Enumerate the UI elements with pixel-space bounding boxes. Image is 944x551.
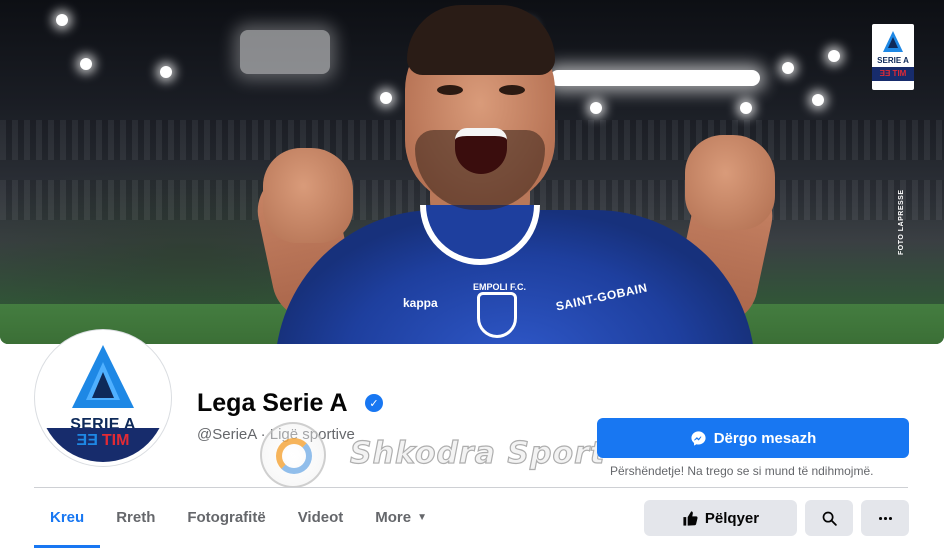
messenger-icon: [691, 430, 706, 446]
serie-a-corner-logo: SERIE A ƎƎ TIM: [872, 24, 914, 90]
divider: [34, 487, 908, 488]
tab-videos[interactable]: Videot: [282, 494, 360, 540]
tab-home-label: Kreu: [50, 508, 85, 526]
facebook-page: kappa EMPOLI F.C. SAINT-GOBAIN SERIE A Ǝ…: [0, 0, 944, 551]
more-options-button[interactable]: [861, 500, 909, 536]
player-left-fist: [263, 148, 353, 243]
caret-down-icon: ▼: [417, 511, 428, 523]
avatar-tim-strip: ƎƎ TIM: [39, 428, 167, 462]
page-title: Lega Serie A: [197, 389, 348, 417]
search-icon: [822, 511, 837, 526]
jersey-club-name: EMPOLI F.C.: [473, 282, 527, 292]
verified-badge-icon: ✓: [365, 394, 383, 412]
tab-home[interactable]: Kreu: [34, 494, 101, 548]
tab-photos-label: Fotografitë: [187, 508, 266, 526]
serie-a-logo-icon: [72, 345, 134, 408]
tab-about[interactable]: Rreth: [100, 494, 171, 540]
player-eye: [499, 85, 525, 95]
tab-videos-label: Videot: [297, 508, 344, 526]
liked-label: Pëlqyer: [704, 509, 760, 527]
tim-word: TIM: [101, 432, 130, 449]
stadium-light: [80, 58, 92, 70]
player-eye: [437, 85, 463, 95]
tab-more[interactable]: More ▼: [359, 494, 443, 540]
player-right-fist: [685, 135, 775, 230]
cover-photo[interactable]: kappa EMPOLI F.C. SAINT-GOBAIN SERIE A Ǝ…: [0, 0, 944, 344]
player-hair: [407, 5, 555, 75]
liked-button[interactable]: Pëlqyer: [644, 500, 797, 536]
stadium-light: [828, 50, 840, 62]
photo-credit: FOTO LAPRESSE: [898, 189, 905, 256]
player-photo: kappa EMPOLI F.C. SAINT-GOBAIN: [215, 0, 815, 344]
stadium-light: [160, 66, 172, 78]
corner-logo-tim: ƎƎ TIM: [872, 67, 914, 81]
profile-avatar[interactable]: SERIE A ƎƎ TIM: [35, 330, 171, 466]
jersey-brand: kappa: [403, 296, 438, 310]
jersey-badge-icon: [477, 292, 517, 338]
tab-more-label: More: [375, 508, 412, 526]
serie-a-logo-icon: [883, 31, 903, 52]
message-greeting: Përshëndetje! Na trego se si mund të ndi…: [610, 464, 874, 478]
send-message-label: Dërgo mesazh: [713, 429, 817, 447]
page-tabs: Kreu Rreth Fotografitë Videot More ▼: [34, 494, 443, 550]
send-message-button[interactable]: Dërgo mesazh: [597, 418, 909, 458]
watermark-text: Shkodra Sport: [349, 435, 606, 471]
stadium-light: [56, 14, 68, 26]
search-button[interactable]: [805, 500, 853, 536]
tab-photos[interactable]: Fotografitë: [171, 494, 281, 540]
ellipsis-icon: [878, 516, 892, 520]
page-handle-category: @SerieA · Ligë sportive: [197, 426, 355, 443]
tab-about-label: Rreth: [116, 508, 156, 526]
thumbs-up-icon: [683, 510, 698, 526]
corner-logo-text: SERIE A: [877, 56, 909, 65]
tim-mark: ƎƎ: [76, 432, 98, 449]
